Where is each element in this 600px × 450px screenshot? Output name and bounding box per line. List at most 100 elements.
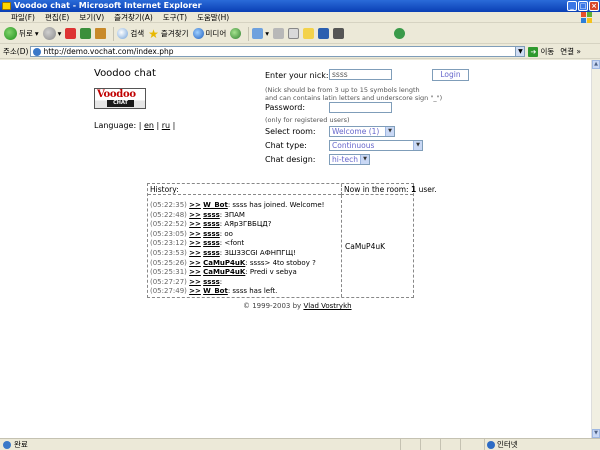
forward-button[interactable]: ▾: [42, 27, 61, 40]
nick-link[interactable]: ssss: [203, 278, 220, 286]
messenger-people-button[interactable]: [394, 28, 405, 39]
go-button[interactable]: ➔ 이동: [528, 46, 554, 57]
go-arrow-icon: ➔: [528, 46, 539, 57]
refresh-button[interactable]: [80, 28, 92, 39]
page-title: Voodoo chat: [94, 68, 156, 79]
media-label: 미디어: [205, 29, 227, 38]
nick-hint-line1: (Nick should be from 3 up to 15 symbols …: [265, 86, 420, 94]
window-title: Voodoo chat - Microsoft Internet Explore…: [14, 1, 202, 10]
room-user-item[interactable]: CaMuP4uK: [345, 242, 385, 251]
logo-subtext: CHAT: [107, 100, 134, 107]
search-button[interactable]: 검색: [117, 28, 144, 39]
chat-message: (05:27:49) >> W_Bot: ssss has left.: [150, 287, 278, 296]
nick-link[interactable]: W_Bot: [203, 287, 228, 295]
discuss-button[interactable]: [303, 28, 314, 39]
page-icon: [3, 441, 11, 449]
back-button[interactable]: 뒤로 ▾: [4, 27, 39, 40]
mail-button[interactable]: ▾: [252, 28, 269, 39]
edit-icon: [288, 28, 299, 39]
stop-icon: [65, 28, 77, 39]
login-button[interactable]: Login: [432, 69, 469, 81]
nick-input[interactable]: ssss: [329, 69, 392, 80]
reply-link[interactable]: >>: [189, 239, 201, 247]
reply-link[interactable]: >>: [189, 201, 201, 209]
room-user-count: 1: [410, 185, 417, 194]
messenger-button[interactable]: [333, 28, 344, 39]
messenger-icon: [394, 28, 405, 39]
go-label: 이동: [540, 47, 555, 56]
reply-link[interactable]: >>: [189, 211, 201, 219]
shield-icon: [318, 28, 329, 39]
nick-link[interactable]: ssss: [203, 220, 220, 228]
globe-icon: [487, 441, 495, 449]
room-select[interactable]: Welcome (1) ▼: [329, 126, 395, 137]
nick-link[interactable]: CaMuP4uK: [203, 268, 245, 276]
menu-view[interactable]: 보기(V): [74, 12, 109, 23]
scroll-up-icon[interactable]: ▲: [592, 60, 600, 69]
chat-message: (05:22:48) >> ssss: ЗПАМ: [150, 210, 245, 219]
reply-link[interactable]: >>: [189, 259, 201, 267]
scroll-down-icon[interactable]: ▼: [592, 429, 600, 438]
favorites-button[interactable]: ★ 즐겨찾기: [148, 28, 188, 40]
reply-link[interactable]: >>: [189, 220, 201, 228]
address-dropdown[interactable]: ▼: [516, 46, 526, 57]
windows-logo-icon: [581, 12, 592, 23]
media-button[interactable]: 미디어: [192, 28, 227, 39]
title-bar: Voodoo chat - Microsoft Internet Explore…: [0, 0, 600, 12]
toolbar: 뒤로 ▾ ▾ 검색 ★ 즐겨찾기 미디어 ▾: [0, 24, 600, 44]
reply-link[interactable]: >>: [189, 278, 201, 286]
close-button[interactable]: ×: [589, 1, 599, 11]
research-button[interactable]: [318, 28, 329, 39]
chat-message: (05:27:27) >> ssss:: [150, 277, 223, 286]
tool-icon: [333, 28, 344, 39]
chat-message: (05:25:26) >> CaMuP4uK: ssss> 4to stoboy…: [150, 258, 316, 267]
nick-link[interactable]: ssss: [203, 239, 220, 247]
chevron-down-icon: ▼: [360, 155, 369, 164]
print-button[interactable]: [273, 28, 284, 39]
reply-link[interactable]: >>: [189, 287, 201, 295]
media-icon: [192, 28, 204, 39]
chat-type-select[interactable]: Continuous ▼: [329, 140, 423, 151]
chat-message: (05:23:12) >> ssss: <font: [150, 239, 245, 248]
chat-design-select[interactable]: hi-tech ▼: [329, 154, 370, 165]
ie-icon: [2, 2, 11, 10]
nick-link[interactable]: CaMuP4uK: [203, 259, 245, 267]
history-header: History:: [148, 184, 341, 195]
reply-link[interactable]: >>: [189, 249, 201, 257]
menu-file[interactable]: 파일(F): [6, 12, 40, 23]
nick-link[interactable]: ssss: [203, 230, 220, 238]
minimize-button[interactable]: _: [567, 1, 577, 11]
nick-hint-line2: and can contains latin letters and under…: [265, 94, 443, 102]
vertical-scrollbar[interactable]: ▲ ▼: [591, 60, 600, 438]
security-zone: 인터넷: [484, 439, 600, 450]
author-link[interactable]: Vlad Vostrykh: [303, 302, 351, 310]
reply-link[interactable]: >>: [189, 230, 201, 238]
maximize-button[interactable]: □: [578, 1, 588, 11]
zone-label: 인터넷: [497, 440, 518, 449]
lang-ru-link[interactable]: ru: [162, 121, 170, 130]
menu-help[interactable]: 도움말(H): [192, 12, 234, 23]
nick-link[interactable]: ssss: [203, 211, 220, 219]
history-button[interactable]: [230, 28, 242, 39]
home-button[interactable]: [95, 28, 107, 39]
menu-favorites[interactable]: 즐겨찾기(A): [109, 12, 158, 23]
lang-en-link[interactable]: en: [144, 121, 154, 130]
chat-message: (05:23:53) >> ssss: ЗШЗЗСGI АФНПГЩ!: [150, 248, 296, 257]
nick-link[interactable]: ssss: [203, 249, 220, 257]
chat-history: (05:22:35) >> W_Bot: ssss has joined. We…: [150, 201, 340, 297]
chat-message: (05:22:52) >> ssss: АЯрЗГВБЦД?: [150, 220, 272, 229]
address-input[interactable]: http://demo.vochat.com/index.php: [30, 46, 517, 57]
stop-button[interactable]: [65, 28, 77, 39]
links-button[interactable]: 연결 »: [560, 46, 581, 57]
address-label: 주소(D): [3, 47, 29, 56]
nick-link[interactable]: W_Bot: [203, 201, 228, 209]
password-input[interactable]: [329, 102, 392, 113]
password-hint: (only for registered users): [265, 116, 350, 124]
edit-button[interactable]: [288, 28, 299, 39]
refresh-icon: [80, 28, 92, 39]
star-icon: ★: [148, 26, 159, 41]
menu-tools[interactable]: 도구(T): [158, 12, 192, 23]
menu-edit[interactable]: 편집(E): [40, 12, 74, 23]
chevron-down-icon: ▾: [34, 29, 39, 38]
reply-link[interactable]: >>: [189, 268, 201, 276]
